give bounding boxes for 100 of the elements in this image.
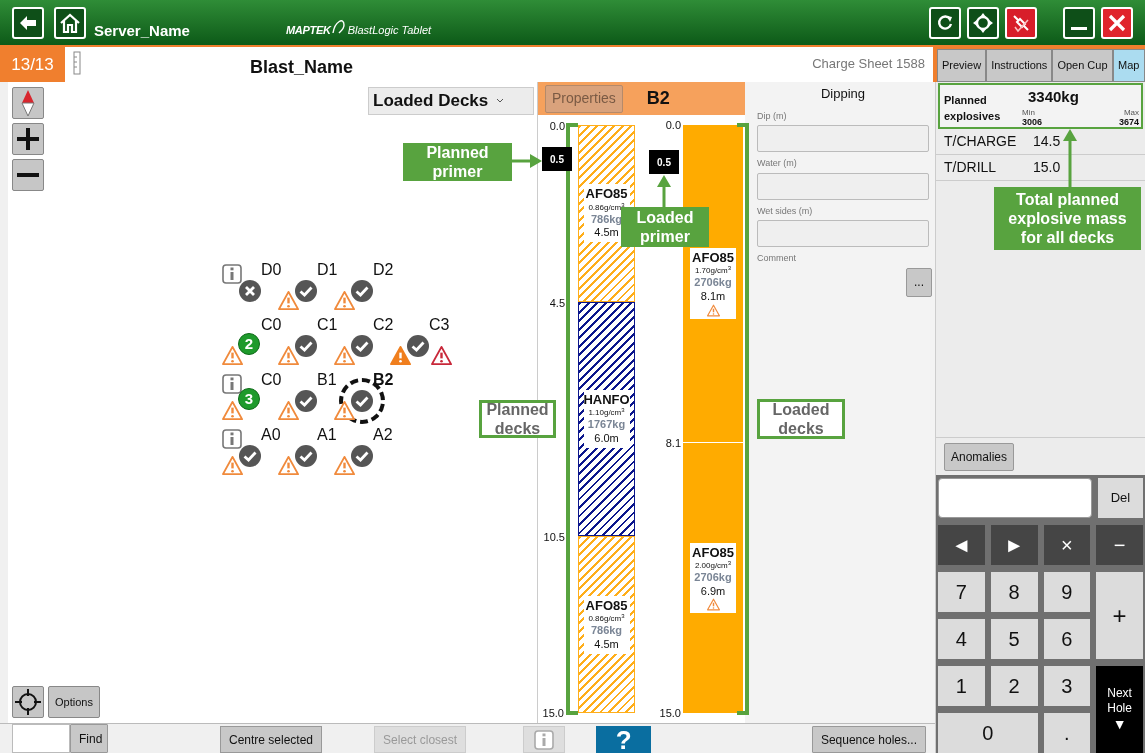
satellite-button[interactable] bbox=[1005, 6, 1037, 39]
home-button[interactable] bbox=[54, 6, 86, 39]
compass-button[interactable] bbox=[12, 87, 44, 119]
keypad-key[interactable]: 5 bbox=[990, 619, 1038, 659]
warning-icon bbox=[390, 345, 411, 366]
home-icon bbox=[59, 11, 81, 34]
warning-icon bbox=[222, 345, 243, 366]
warning-icon bbox=[278, 345, 299, 366]
hole-label: B2 bbox=[373, 371, 394, 389]
keypad-key[interactable]: ◄ bbox=[938, 525, 985, 565]
keypad-key[interactable]: 7 bbox=[938, 572, 985, 612]
hole-label: C0 bbox=[261, 316, 282, 334]
stat-value: 15.0 bbox=[1033, 158, 1061, 177]
length-value: 8.1m bbox=[700, 290, 726, 304]
check-circle-icon[interactable] bbox=[351, 445, 373, 467]
check-circle-icon[interactable] bbox=[295, 335, 317, 357]
keypad-key[interactable]: Next Hole ▼ bbox=[1096, 666, 1143, 753]
keypad-input-field[interactable] bbox=[938, 478, 1092, 518]
minimize-button[interactable] bbox=[1063, 6, 1095, 39]
sequence-badge[interactable]: 2 bbox=[238, 333, 260, 355]
compass-icon bbox=[21, 89, 35, 117]
sync-button[interactable] bbox=[967, 6, 999, 39]
centre-selected-button[interactable]: Centre selected bbox=[220, 726, 323, 753]
delete-key[interactable]: Del bbox=[1098, 478, 1143, 518]
refresh-button[interactable] bbox=[929, 6, 961, 39]
hole-label: D2 bbox=[373, 261, 394, 279]
depth-label: 8.1 bbox=[665, 435, 681, 451]
sequence-holes-button[interactable]: Sequence holes... bbox=[811, 726, 926, 753]
callout-label: Total planned explosive mass for all decks bbox=[994, 187, 1141, 250]
keypad-key[interactable]: 1 bbox=[938, 666, 985, 706]
panel-title: Dipping bbox=[819, 85, 867, 103]
mass-value: 2706kg bbox=[694, 276, 732, 291]
min-label: Min bbox=[1022, 107, 1035, 119]
length-value: 4.5m bbox=[594, 637, 619, 652]
check-circle-icon[interactable] bbox=[351, 390, 373, 412]
back-button[interactable] bbox=[12, 6, 44, 39]
keypad-key[interactable]: + bbox=[1096, 572, 1143, 659]
callout-arrow bbox=[656, 175, 672, 207]
hole-name: B2 bbox=[646, 87, 670, 110]
close-button[interactable] bbox=[1101, 6, 1133, 39]
tab[interactable]: Open Cup bbox=[1052, 49, 1113, 82]
depth-label: 10.5 bbox=[543, 530, 565, 546]
plus-icon bbox=[16, 127, 40, 151]
max-label: Max bbox=[1123, 107, 1139, 119]
keypad-key[interactable]: . bbox=[1043, 713, 1091, 753]
input-field[interactable] bbox=[757, 172, 929, 200]
check-circle-icon[interactable] bbox=[295, 390, 317, 412]
options-button[interactable]: Options bbox=[48, 686, 100, 718]
keypad-key[interactable]: 9 bbox=[1043, 572, 1091, 612]
keypad-key[interactable]: 6 bbox=[1043, 619, 1091, 659]
view-dropdown[interactable]: Loaded Decks bbox=[368, 87, 534, 115]
product-name: AFO85 bbox=[692, 544, 734, 561]
cross-circle-icon[interactable] bbox=[239, 280, 261, 302]
check-circle-icon[interactable] bbox=[351, 335, 373, 357]
warning-icon bbox=[334, 290, 355, 311]
callout-label: Loaded primer bbox=[621, 207, 709, 247]
logo-brand: MAPTEK bbox=[285, 23, 331, 38]
tab[interactable]: Map bbox=[1112, 49, 1145, 82]
keypad-key[interactable]: × bbox=[1043, 525, 1091, 565]
hole-label: D0 bbox=[261, 261, 282, 279]
sequence-badge[interactable]: 3 bbox=[238, 388, 260, 410]
input-field[interactable] bbox=[757, 220, 929, 247]
check-circle-icon[interactable] bbox=[407, 335, 429, 357]
stat-value: 14.5 bbox=[1033, 132, 1061, 151]
product-name: AFO85 bbox=[692, 250, 734, 266]
keypad-key[interactable]: − bbox=[1096, 525, 1143, 565]
tab[interactable]: Instructions bbox=[986, 49, 1053, 82]
stat-label: T/DRILL bbox=[944, 158, 998, 177]
find-button[interactable]: Find bbox=[70, 724, 108, 753]
keypad-key[interactable]: ► bbox=[990, 525, 1038, 565]
close-icon bbox=[1107, 12, 1127, 33]
check-circle-icon[interactable] bbox=[351, 280, 373, 302]
hole-counter: 13/13 bbox=[10, 53, 55, 76]
logo-product: BlastLogic Tablet bbox=[347, 23, 432, 38]
keypad-key[interactable]: 2 bbox=[990, 666, 1038, 706]
search-field[interactable] bbox=[12, 724, 70, 753]
keypad-key[interactable]: 3 bbox=[1043, 666, 1091, 706]
keypad-key[interactable]: 4 bbox=[938, 619, 985, 659]
help-button[interactable]: ? bbox=[596, 726, 652, 753]
density-value: 1.70g/cm$^{3}$ bbox=[694, 266, 732, 277]
crosshair-button[interactable] bbox=[12, 686, 44, 718]
keypad-key[interactable]: 8 bbox=[990, 572, 1038, 612]
hole-label: C1 bbox=[317, 316, 338, 334]
callout-label: Planned primer bbox=[403, 143, 512, 181]
keypad-key[interactable]: 0 bbox=[938, 713, 1038, 753]
input-field[interactable] bbox=[757, 125, 929, 152]
depth-label: 4.5 bbox=[549, 295, 565, 311]
check-circle-icon[interactable] bbox=[295, 280, 317, 302]
check-circle-icon[interactable] bbox=[239, 445, 261, 467]
length-value: 4.5m bbox=[594, 226, 619, 241]
tab[interactable]: Preview bbox=[937, 49, 987, 82]
check-circle-icon[interactable] bbox=[295, 445, 317, 467]
zoom-out-button[interactable] bbox=[12, 159, 44, 191]
minus-icon bbox=[17, 173, 39, 177]
more-button[interactable]: ... bbox=[906, 267, 932, 297]
hole-label: B1 bbox=[317, 371, 337, 389]
anomalies-button[interactable]: Anomalies bbox=[944, 442, 1015, 471]
mass-value: 786kg bbox=[590, 624, 623, 638]
info-icon bbox=[534, 729, 555, 750]
zoom-in-button[interactable] bbox=[12, 123, 44, 155]
